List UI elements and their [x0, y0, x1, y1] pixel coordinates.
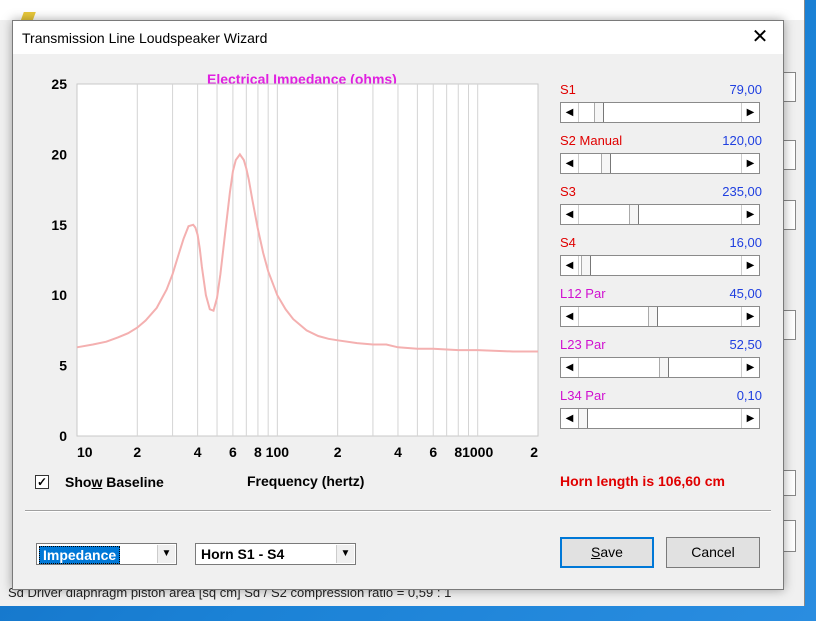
slider-thumb[interactable] [659, 358, 669, 377]
slider-value: 120,00 [722, 133, 762, 148]
x-tick-label: 10 [77, 444, 93, 460]
slider-scrollbar[interactable]: ◀ ▶ [560, 255, 760, 276]
y-tick-label: 20 [51, 146, 67, 162]
y-tick-label: 25 [51, 76, 67, 92]
show-baseline-checkbox[interactable]: ✓ [35, 475, 49, 489]
button-mnemonic: S [591, 544, 601, 560]
slider-thumb[interactable] [629, 205, 639, 224]
slider-value: 45,00 [729, 286, 762, 301]
slider-label: L34 Par [560, 388, 606, 403]
slider-value: 52,50 [729, 337, 762, 352]
slider-label: S2 Manual [560, 133, 623, 148]
slider-scrollbar[interactable]: ◀ ▶ [560, 204, 760, 225]
graph-type-value: Impedance [39, 546, 121, 564]
label-mnemonic: w [91, 474, 103, 490]
x-tick-label: 1000 [462, 444, 493, 460]
x-tick-label: 4 [394, 444, 402, 460]
label-part: Baseline [102, 474, 164, 490]
show-baseline-control[interactable]: ✓ Show Baseline [35, 474, 164, 490]
scroll-left-arrow-icon[interactable]: ◀ [561, 256, 579, 275]
x-tick-label: 2 [334, 444, 342, 460]
slider-thumb[interactable] [648, 307, 658, 326]
slider-label: S1 [560, 82, 576, 97]
scroll-right-arrow-icon[interactable]: ▶ [741, 256, 759, 275]
chevron-down-icon[interactable]: ▼ [157, 545, 175, 563]
x-tick-label: 2 [530, 444, 538, 460]
y-tick-label: 10 [51, 287, 67, 303]
horn-section-dropdown[interactable]: Horn S1 - S4 ▼ [195, 543, 356, 565]
x-tick-label: 6 [429, 444, 437, 460]
y-tick-label: 15 [51, 217, 67, 233]
slider-scrollbar[interactable]: ◀ ▶ [560, 408, 760, 429]
slider-thumb[interactable] [594, 103, 604, 122]
slider-thumb[interactable] [578, 409, 588, 428]
slider-scrollbar[interactable]: ◀ ▶ [560, 153, 760, 174]
horn-section-value: Horn S1 - S4 [201, 546, 285, 562]
background-titlebar [0, 0, 804, 20]
horn-length-text: Horn length is 106,60 cm [560, 473, 725, 489]
scroll-left-arrow-icon[interactable]: ◀ [561, 409, 579, 428]
close-button[interactable]: ✕ [737, 21, 783, 54]
slider-label: L12 Par [560, 286, 606, 301]
button-label-part: ave [600, 544, 623, 560]
x-tick-label: 6 [229, 444, 237, 460]
slider-scrollbar[interactable]: ◀ ▶ [560, 357, 760, 378]
x-tick-label: 2 [133, 444, 141, 460]
show-baseline-label: Show Baseline [65, 474, 164, 490]
graph-type-dropdown[interactable]: Impedance ▼ [36, 543, 177, 565]
x-tick-label: 4 [194, 444, 202, 460]
scroll-left-arrow-icon[interactable]: ◀ [561, 154, 579, 173]
scroll-left-arrow-icon[interactable]: ◀ [561, 307, 579, 326]
x-axis-label: Frequency (hertz) [247, 473, 365, 489]
scroll-left-arrow-icon[interactable]: ◀ [561, 103, 579, 122]
chevron-down-icon[interactable]: ▼ [336, 545, 354, 563]
y-tick-label: 0 [59, 428, 67, 444]
wizard-dialog: Transmission Line Loudspeaker Wizard ✕ E… [12, 20, 784, 590]
scroll-right-arrow-icon[interactable]: ▶ [741, 409, 759, 428]
slider-value: 235,00 [722, 184, 762, 199]
impedance-chart: 0510152025 10 2 4 6 8 100 2 4 6 8 1000 2 [51, 76, 539, 460]
save-button[interactable]: Save [560, 537, 654, 568]
scroll-right-arrow-icon[interactable]: ▶ [741, 154, 759, 173]
cancel-button[interactable]: Cancel [666, 537, 760, 568]
scroll-left-arrow-icon[interactable]: ◀ [561, 358, 579, 377]
scroll-right-arrow-icon[interactable]: ▶ [741, 103, 759, 122]
separator [25, 510, 771, 512]
slider-thumb[interactable] [601, 154, 611, 173]
y-tick-label: 5 [59, 358, 67, 374]
slider-scrollbar[interactable]: ◀ ▶ [560, 306, 760, 327]
slider-thumb[interactable] [581, 256, 591, 275]
slider-value: 16,00 [729, 235, 762, 250]
scroll-left-arrow-icon[interactable]: ◀ [561, 205, 579, 224]
slider-scrollbar[interactable]: ◀ ▶ [560, 102, 760, 123]
slider-value: 0,10 [736, 388, 762, 403]
slider-label: S4 [560, 235, 576, 250]
scroll-right-arrow-icon[interactable]: ▶ [741, 205, 759, 224]
scroll-right-arrow-icon[interactable]: ▶ [741, 307, 759, 326]
x-tick-label: 8 [254, 444, 262, 460]
slider-label: L23 Par [560, 337, 606, 352]
slider-value: 79,00 [729, 82, 762, 97]
x-tick-label: 100 [266, 444, 290, 460]
slider-label: S3 [560, 184, 576, 199]
label-part: Sho [65, 474, 92, 490]
scroll-right-arrow-icon[interactable]: ▶ [741, 358, 759, 377]
